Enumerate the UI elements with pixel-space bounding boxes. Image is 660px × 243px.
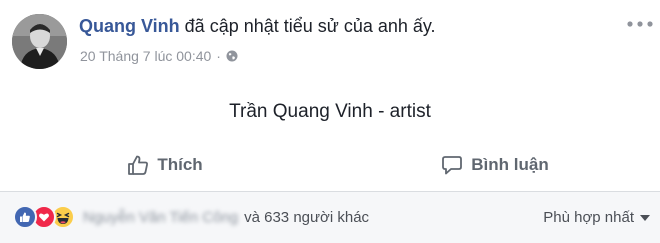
sort-dropdown-label: Phù hợp nhất: [543, 209, 634, 226]
meta-separator: ·: [216, 48, 221, 64]
comment-button[interactable]: Bình luận: [330, 145, 660, 185]
like-button[interactable]: Thích: [0, 145, 330, 185]
avatar-photo: [12, 14, 67, 69]
blurred-reactor-names: Nguyễn Văn Tiến Công: [83, 209, 239, 226]
globe-icon[interactable]: [226, 50, 238, 62]
post-timestamp[interactable]: 20 Tháng 7 lúc 00:40: [80, 48, 211, 64]
post-body-text: Trần Quang Vinh - artist: [229, 101, 431, 122]
reactors-summary[interactable]: Nguyễn Văn Tiến Công và 633 người khác: [83, 209, 369, 226]
author-avatar[interactable]: [12, 14, 67, 69]
like-reaction-icon: [13, 205, 37, 229]
author-name-link[interactable]: Quang Vinh: [79, 16, 180, 36]
reactors-others-text: và 633 người khác: [244, 209, 370, 226]
comment-icon: [442, 156, 463, 175]
post-actions-bar: Thích Bình luận: [0, 145, 660, 185]
post-meta: 20 Tháng 7 lúc 00:40 ·: [80, 48, 238, 64]
post-header: Quang Vinh đã cập nhật tiểu sử của anh ấy…: [79, 16, 436, 37]
more-options-icon[interactable]: [626, 18, 654, 30]
post-action-text: đã cập nhật tiểu sử của anh ấy.: [184, 16, 436, 36]
comment-sort-dropdown[interactable]: Phù hợp nhất: [543, 209, 650, 226]
like-button-label: Thích: [157, 155, 203, 174]
chevron-down-icon: [640, 214, 650, 221]
facebook-post: Quang Vinh đã cập nhật tiểu sử của anh ấy…: [0, 0, 660, 243]
reaction-icons[interactable]: [13, 205, 75, 229]
post-footer: Nguyễn Văn Tiến Công và 633 người khác P…: [0, 192, 660, 243]
comment-button-label: Bình luận: [471, 155, 549, 174]
thumbs-up-icon: [128, 155, 149, 175]
